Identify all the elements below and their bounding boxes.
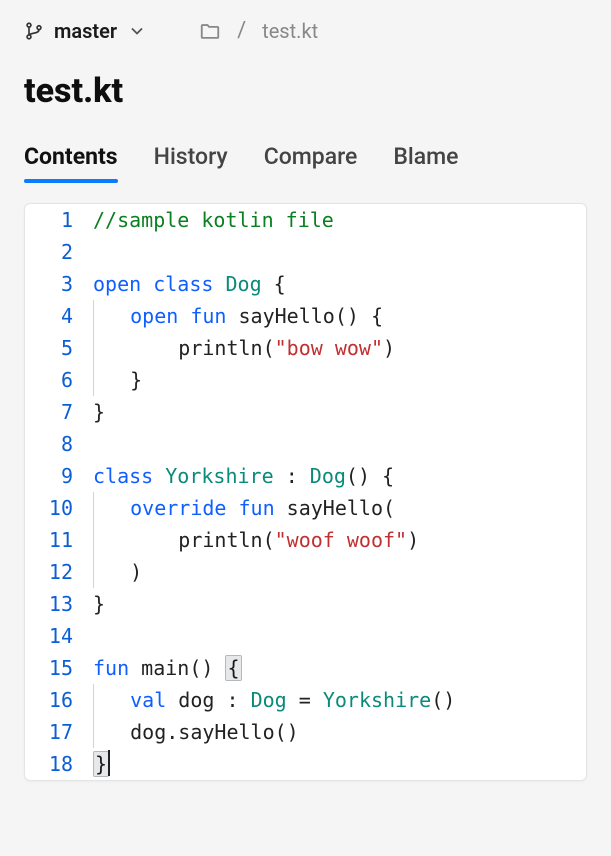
code-content[interactable] [87,620,586,652]
code-line: 11 println("woof woof") [25,524,586,556]
line-number[interactable]: 16 [25,684,87,716]
tab-compare[interactable]: Compare [264,143,358,182]
code-content[interactable]: println("bow wow") [87,332,586,364]
code-line: 14 [25,620,586,652]
code-content[interactable]: } [87,588,586,620]
line-number[interactable]: 12 [25,556,87,588]
page-title: test.kt [24,71,587,111]
code-content[interactable]: override fun sayHello( [87,492,586,524]
breadcrumb: / test.kt [199,18,318,43]
code-line: 15fun main() { [25,652,586,684]
line-number[interactable]: 6 [25,364,87,396]
line-number[interactable]: 4 [25,300,87,332]
code-content[interactable]: } [87,364,586,396]
code-line: 7} [25,396,586,428]
line-number[interactable]: 1 [25,204,87,236]
branch-name: master [54,19,117,43]
line-number[interactable]: 9 [25,460,87,492]
code-line: 17 dog.sayHello() [25,716,586,748]
line-number[interactable]: 8 [25,428,87,460]
code-content[interactable]: //sample kotlin file [87,204,586,236]
line-number[interactable]: 13 [25,588,87,620]
code-line: 4 open fun sayHello() { [25,300,586,332]
breadcrumb-file[interactable]: test.kt [262,19,318,43]
line-number[interactable]: 5 [25,332,87,364]
code-content[interactable] [87,236,586,268]
code-line: 5 println("bow wow") [25,332,586,364]
code-content[interactable]: println("woof woof") [87,524,586,556]
branch-selector[interactable]: master [24,19,147,43]
code-line: 8 [25,428,586,460]
code-line: 12 ) [25,556,586,588]
title-section: test.kt [0,57,611,119]
line-number[interactable]: 15 [25,652,87,684]
tab-contents[interactable]: Contents [24,143,118,182]
line-number[interactable]: 10 [25,492,87,524]
folder-icon[interactable] [199,20,221,42]
chevron-down-icon [127,21,147,41]
code-content[interactable]: val dog : Dog = Yorkshire() [87,684,586,716]
code-viewer[interactable]: 1//sample kotlin file23open class Dog {4… [24,203,587,781]
line-number[interactable]: 3 [25,268,87,300]
code-content[interactable]: } [87,396,586,428]
code-line: 16 val dog : Dog = Yorkshire() [25,684,586,716]
code-table: 1//sample kotlin file23open class Dog {4… [25,204,586,780]
line-number[interactable]: 7 [25,396,87,428]
code-line: 6 } [25,364,586,396]
code-line: 13} [25,588,586,620]
line-number[interactable]: 14 [25,620,87,652]
code-content[interactable]: open fun sayHello() { [87,300,586,332]
code-content[interactable]: fun main() { [87,652,586,684]
line-number[interactable]: 18 [25,748,87,780]
code-content[interactable] [87,428,586,460]
code-content[interactable]: class Yorkshire : Dog() { [87,460,586,492]
code-content[interactable]: } [87,748,586,780]
code-line: 3open class Dog { [25,268,586,300]
breadcrumb-separator: / [237,18,246,43]
code-line: 1//sample kotlin file [25,204,586,236]
code-content[interactable]: open class Dog { [87,268,586,300]
code-line: 2 [25,236,586,268]
tabs: Contents History Compare Blame [0,119,611,183]
line-number[interactable]: 11 [25,524,87,556]
code-line: 9class Yorkshire : Dog() { [25,460,586,492]
tab-history[interactable]: History [154,143,228,182]
code-content[interactable]: ) [87,556,586,588]
line-number[interactable]: 17 [25,716,87,748]
code-line: 18} [25,748,586,780]
code-content[interactable]: dog.sayHello() [87,716,586,748]
tab-blame[interactable]: Blame [393,143,458,182]
top-bar: master / test.kt [0,0,611,57]
git-branch-icon [24,21,44,41]
line-number[interactable]: 2 [25,236,87,268]
code-line: 10 override fun sayHello( [25,492,586,524]
